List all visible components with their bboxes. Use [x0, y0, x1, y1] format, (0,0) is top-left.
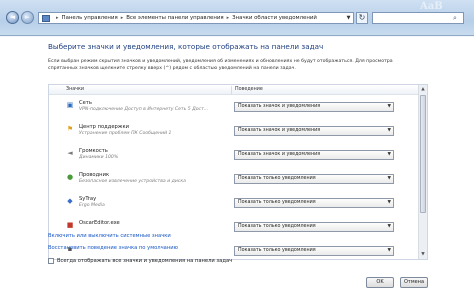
table-row: ▣ Сеть VPN-подключение Доступ в Интернет… [49, 97, 419, 121]
behavior-select[interactable]: Показать только уведомления ▼ [234, 222, 394, 232]
action-center-flag-icon: ⚑ [66, 125, 74, 133]
behavior-select[interactable]: Показать значок и уведомления ▼ [234, 102, 394, 112]
chevron-down-icon: ▼ [387, 200, 391, 205]
row-name: Сеть [79, 100, 92, 106]
chevron-down-icon: ▼ [387, 152, 391, 157]
volume-icon: ◄ [67, 149, 73, 157]
cancel-button[interactable]: Отмена [400, 277, 428, 288]
breadcrumb-all-items[interactable]: Все элементы панели управления [126, 15, 223, 21]
table-row: ● Проводник Безопасное извлечение устрой… [49, 169, 419, 193]
app-icon: ■ [66, 221, 74, 229]
scroll-up-icon[interactable]: ▲ [419, 85, 427, 94]
address-bar[interactable]: ▸ Панель управления ▸ Все элементы панел… [38, 12, 354, 24]
ok-button[interactable]: OK [366, 277, 394, 288]
behavior-select[interactable]: Показать значок и уведомления ▼ [234, 150, 394, 160]
row-name: Громкость [79, 148, 108, 154]
row-name: Центр поддержки [79, 124, 129, 130]
page-description: Если выбран режим скрытия значков и увед… [48, 59, 393, 71]
system-icons-link[interactable]: Включить или выключить системные значки [48, 233, 171, 239]
table-header: Значки Поведение [49, 85, 419, 95]
network-icon: ▣ [66, 101, 74, 109]
column-header-behavior[interactable]: Поведение [235, 87, 263, 92]
behavior-select-value: Показать только уведомления [238, 200, 316, 205]
breadcrumb-separator: ▸ [226, 15, 230, 21]
behavior-select-value: Показать значок и уведомления [238, 128, 321, 133]
title-address-bar: ◄ ► ▸ Панель управления ▸ Все элементы п… [0, 0, 474, 36]
table-row: ◄ Громкость Динамики 100% Показать значо… [49, 145, 419, 169]
scrollbar-thumb[interactable] [420, 95, 426, 213]
breadcrumb-separator: ▸ [56, 15, 59, 21]
behavior-select[interactable]: Показать только уведомления ▼ [234, 246, 394, 256]
safely-remove-icon: ● [66, 173, 74, 181]
chevron-down-icon: ▼ [387, 248, 391, 253]
row-subtitle: Ergo Media [79, 203, 105, 208]
breadcrumb-control-panel[interactable]: Панель управления [62, 15, 118, 21]
content-area: Выберите значки и уведомления, которые о… [0, 37, 474, 299]
behavior-select-value: Показать только уведомления [238, 176, 316, 181]
behavior-select[interactable]: Показать значок и уведомления ▼ [234, 126, 394, 136]
breadcrumb-separator: ▸ [120, 15, 124, 21]
search-icon: ⌕ [453, 14, 457, 22]
always-show-label: Всегда отображать все значки и уведомлен… [57, 258, 233, 264]
row-name: SyTray [79, 196, 97, 202]
row-subtitle: Устранение проблем ПК Сообщений 1 [79, 131, 172, 136]
chevron-down-icon: ▼ [387, 104, 391, 109]
behavior-select-value: Показать только уведомления [238, 224, 316, 229]
chevron-down-icon: ▼ [387, 224, 391, 229]
background-ghost-text: AaB [420, 1, 443, 12]
back-arrow-icon[interactable]: ◄ [6, 11, 19, 24]
row-subtitle: Безопасное извлечение устройства и диска [79, 179, 186, 184]
row-name: Проводник [79, 172, 110, 178]
table-scrollbar[interactable]: ▲ ▼ [418, 85, 427, 259]
table-row: ◆ SyTray Ergo Media Показать только увед… [49, 193, 419, 217]
search-input[interactable]: ⌕ [372, 12, 464, 24]
address-dropdown-icon[interactable]: ▼ [344, 13, 353, 23]
row-subtitle: Динамики 100% [79, 155, 119, 160]
behavior-select[interactable]: Показать только уведомления ▼ [234, 174, 394, 184]
column-header-icons[interactable]: Значки [66, 87, 84, 92]
page-heading: Выберите значки и уведомления, которые о… [48, 42, 324, 51]
behavior-select-value: Показать значок и уведомления [238, 152, 321, 157]
always-show-checkbox[interactable] [48, 258, 54, 264]
control-panel-icon [42, 14, 50, 22]
scroll-down-icon[interactable]: ▼ [419, 250, 427, 259]
breadcrumb-notification-icons[interactable]: Значки области уведомлений [232, 15, 317, 21]
restore-defaults-link[interactable]: Восстановить поведение значка по умолчан… [48, 245, 178, 251]
table-row: ⚑ Центр поддержки Устранение проблем ПК … [49, 121, 419, 145]
refresh-icon[interactable]: ↻ [356, 12, 368, 24]
row-name: OscarEditor.exe [79, 220, 120, 226]
chevron-down-icon: ▼ [387, 128, 391, 133]
sytray-icon: ◆ [67, 197, 73, 205]
chevron-down-icon: ▼ [387, 176, 391, 181]
forward-arrow-icon[interactable]: ► [21, 11, 34, 24]
behavior-select[interactable]: Показать только уведомления ▼ [234, 198, 394, 208]
row-subtitle: VPN-подключение Доступ в Интернету Сеть … [79, 107, 209, 112]
always-show-option[interactable]: Всегда отображать все значки и уведомлен… [48, 258, 232, 264]
column-divider[interactable] [231, 86, 232, 94]
behavior-select-value: Показать только уведомления [238, 248, 316, 253]
behavior-select-value: Показать значок и уведомления [238, 104, 321, 109]
